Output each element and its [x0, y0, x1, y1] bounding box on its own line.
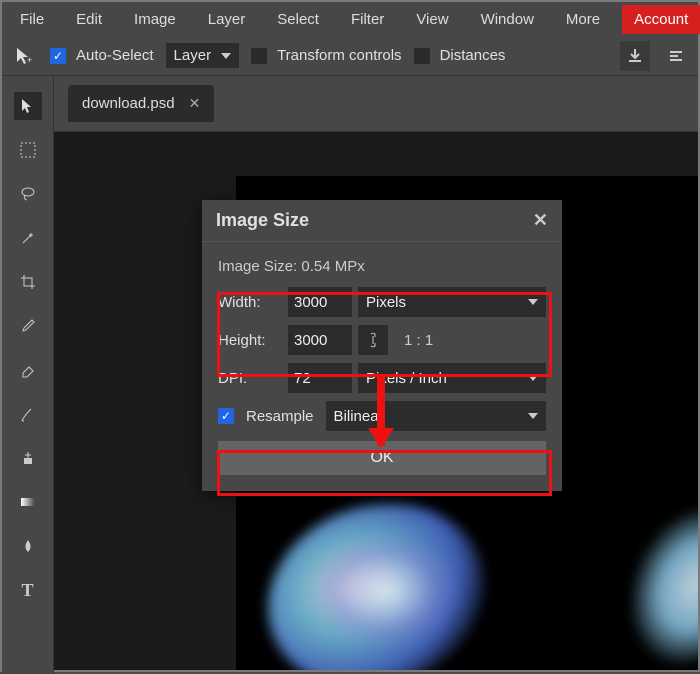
- document-tab-bar: download.psd ✕: [54, 76, 698, 132]
- menu-select[interactable]: Select: [267, 5, 329, 34]
- document-tab[interactable]: download.psd ✕: [68, 85, 214, 122]
- dialog-title: Image Size: [216, 210, 309, 231]
- resample-label: Resample: [246, 408, 314, 425]
- menu-view[interactable]: View: [406, 5, 458, 34]
- width-unit-label: Pixels: [366, 294, 406, 311]
- eyedropper-tool[interactable]: [14, 312, 42, 340]
- width-input[interactable]: 3000: [288, 287, 352, 317]
- width-label: Width:: [218, 294, 282, 311]
- chevron-down-icon: [221, 53, 231, 59]
- height-input[interactable]: 3000: [288, 325, 352, 355]
- image-size-subtitle: Image Size: 0.54 MPx: [218, 258, 546, 275]
- marquee-tool[interactable]: [14, 136, 42, 164]
- text-tool[interactable]: T: [14, 576, 42, 604]
- move-tool-icon[interactable]: +: [10, 46, 38, 66]
- crop-tool[interactable]: [14, 268, 42, 296]
- eraser-tool[interactable]: [14, 356, 42, 384]
- menu-more[interactable]: More: [556, 5, 610, 34]
- document-tab-label: download.psd: [82, 95, 175, 112]
- checkbox-icon: ✓: [50, 48, 66, 64]
- link-aspect-button[interactable]: [358, 325, 388, 355]
- auto-select-label: Auto-Select: [76, 47, 154, 64]
- checkbox-icon: [251, 48, 267, 64]
- menu-edit[interactable]: Edit: [66, 5, 112, 34]
- dpi-input[interactable]: 72: [288, 363, 352, 393]
- brush-tool[interactable]: [14, 400, 42, 428]
- menu-account[interactable]: Account: [622, 5, 700, 34]
- width-unit-dropdown[interactable]: Pixels: [358, 287, 546, 317]
- align-icon[interactable]: [662, 48, 690, 64]
- distances-checkbox[interactable]: Distances: [414, 47, 506, 64]
- move-tool[interactable]: [14, 92, 42, 120]
- lasso-tool[interactable]: [14, 180, 42, 208]
- dpi-label: DPI:: [218, 370, 282, 387]
- menu-file[interactable]: File: [10, 5, 54, 34]
- close-icon[interactable]: ✕: [189, 95, 201, 112]
- options-bar: + ✓ Auto-Select Layer Transform controls…: [2, 36, 698, 76]
- layer-dropdown-label: Layer: [174, 47, 212, 64]
- annotation-arrow: [377, 374, 385, 446]
- blur-tool[interactable]: [14, 532, 42, 560]
- height-label: Height:: [218, 332, 282, 349]
- gradient-tool[interactable]: [14, 488, 42, 516]
- menu-image[interactable]: Image: [124, 5, 186, 34]
- tool-panel: T: [2, 76, 54, 674]
- transform-controls-checkbox[interactable]: Transform controls: [251, 47, 401, 64]
- transform-controls-label: Transform controls: [277, 47, 401, 64]
- menu-layer[interactable]: Layer: [198, 5, 256, 34]
- checkbox-icon: [414, 48, 430, 64]
- chevron-down-icon: [528, 413, 538, 419]
- wand-tool[interactable]: [14, 224, 42, 252]
- auto-select-checkbox[interactable]: ✓ Auto-Select: [50, 47, 154, 64]
- dpi-unit-dropdown[interactable]: Pixels / Inch: [358, 363, 546, 393]
- chevron-down-icon: [528, 299, 538, 305]
- menu-bar: File Edit Image Layer Select Filter View…: [2, 2, 698, 36]
- svg-text:+: +: [27, 55, 32, 65]
- checkbox-icon: ✓: [218, 408, 234, 424]
- menu-filter[interactable]: Filter: [341, 5, 394, 34]
- aspect-ratio: 1 : 1: [394, 332, 433, 349]
- clone-tool[interactable]: [14, 444, 42, 472]
- download-icon[interactable]: [620, 41, 650, 71]
- menu-window[interactable]: Window: [471, 5, 544, 34]
- close-icon[interactable]: ✕: [533, 210, 548, 231]
- link-icon: [367, 331, 379, 349]
- resample-method-dropdown[interactable]: Bilinear: [326, 401, 546, 431]
- distances-label: Distances: [440, 47, 506, 64]
- layer-dropdown[interactable]: Layer: [166, 43, 240, 68]
- chevron-down-icon: [528, 375, 538, 381]
